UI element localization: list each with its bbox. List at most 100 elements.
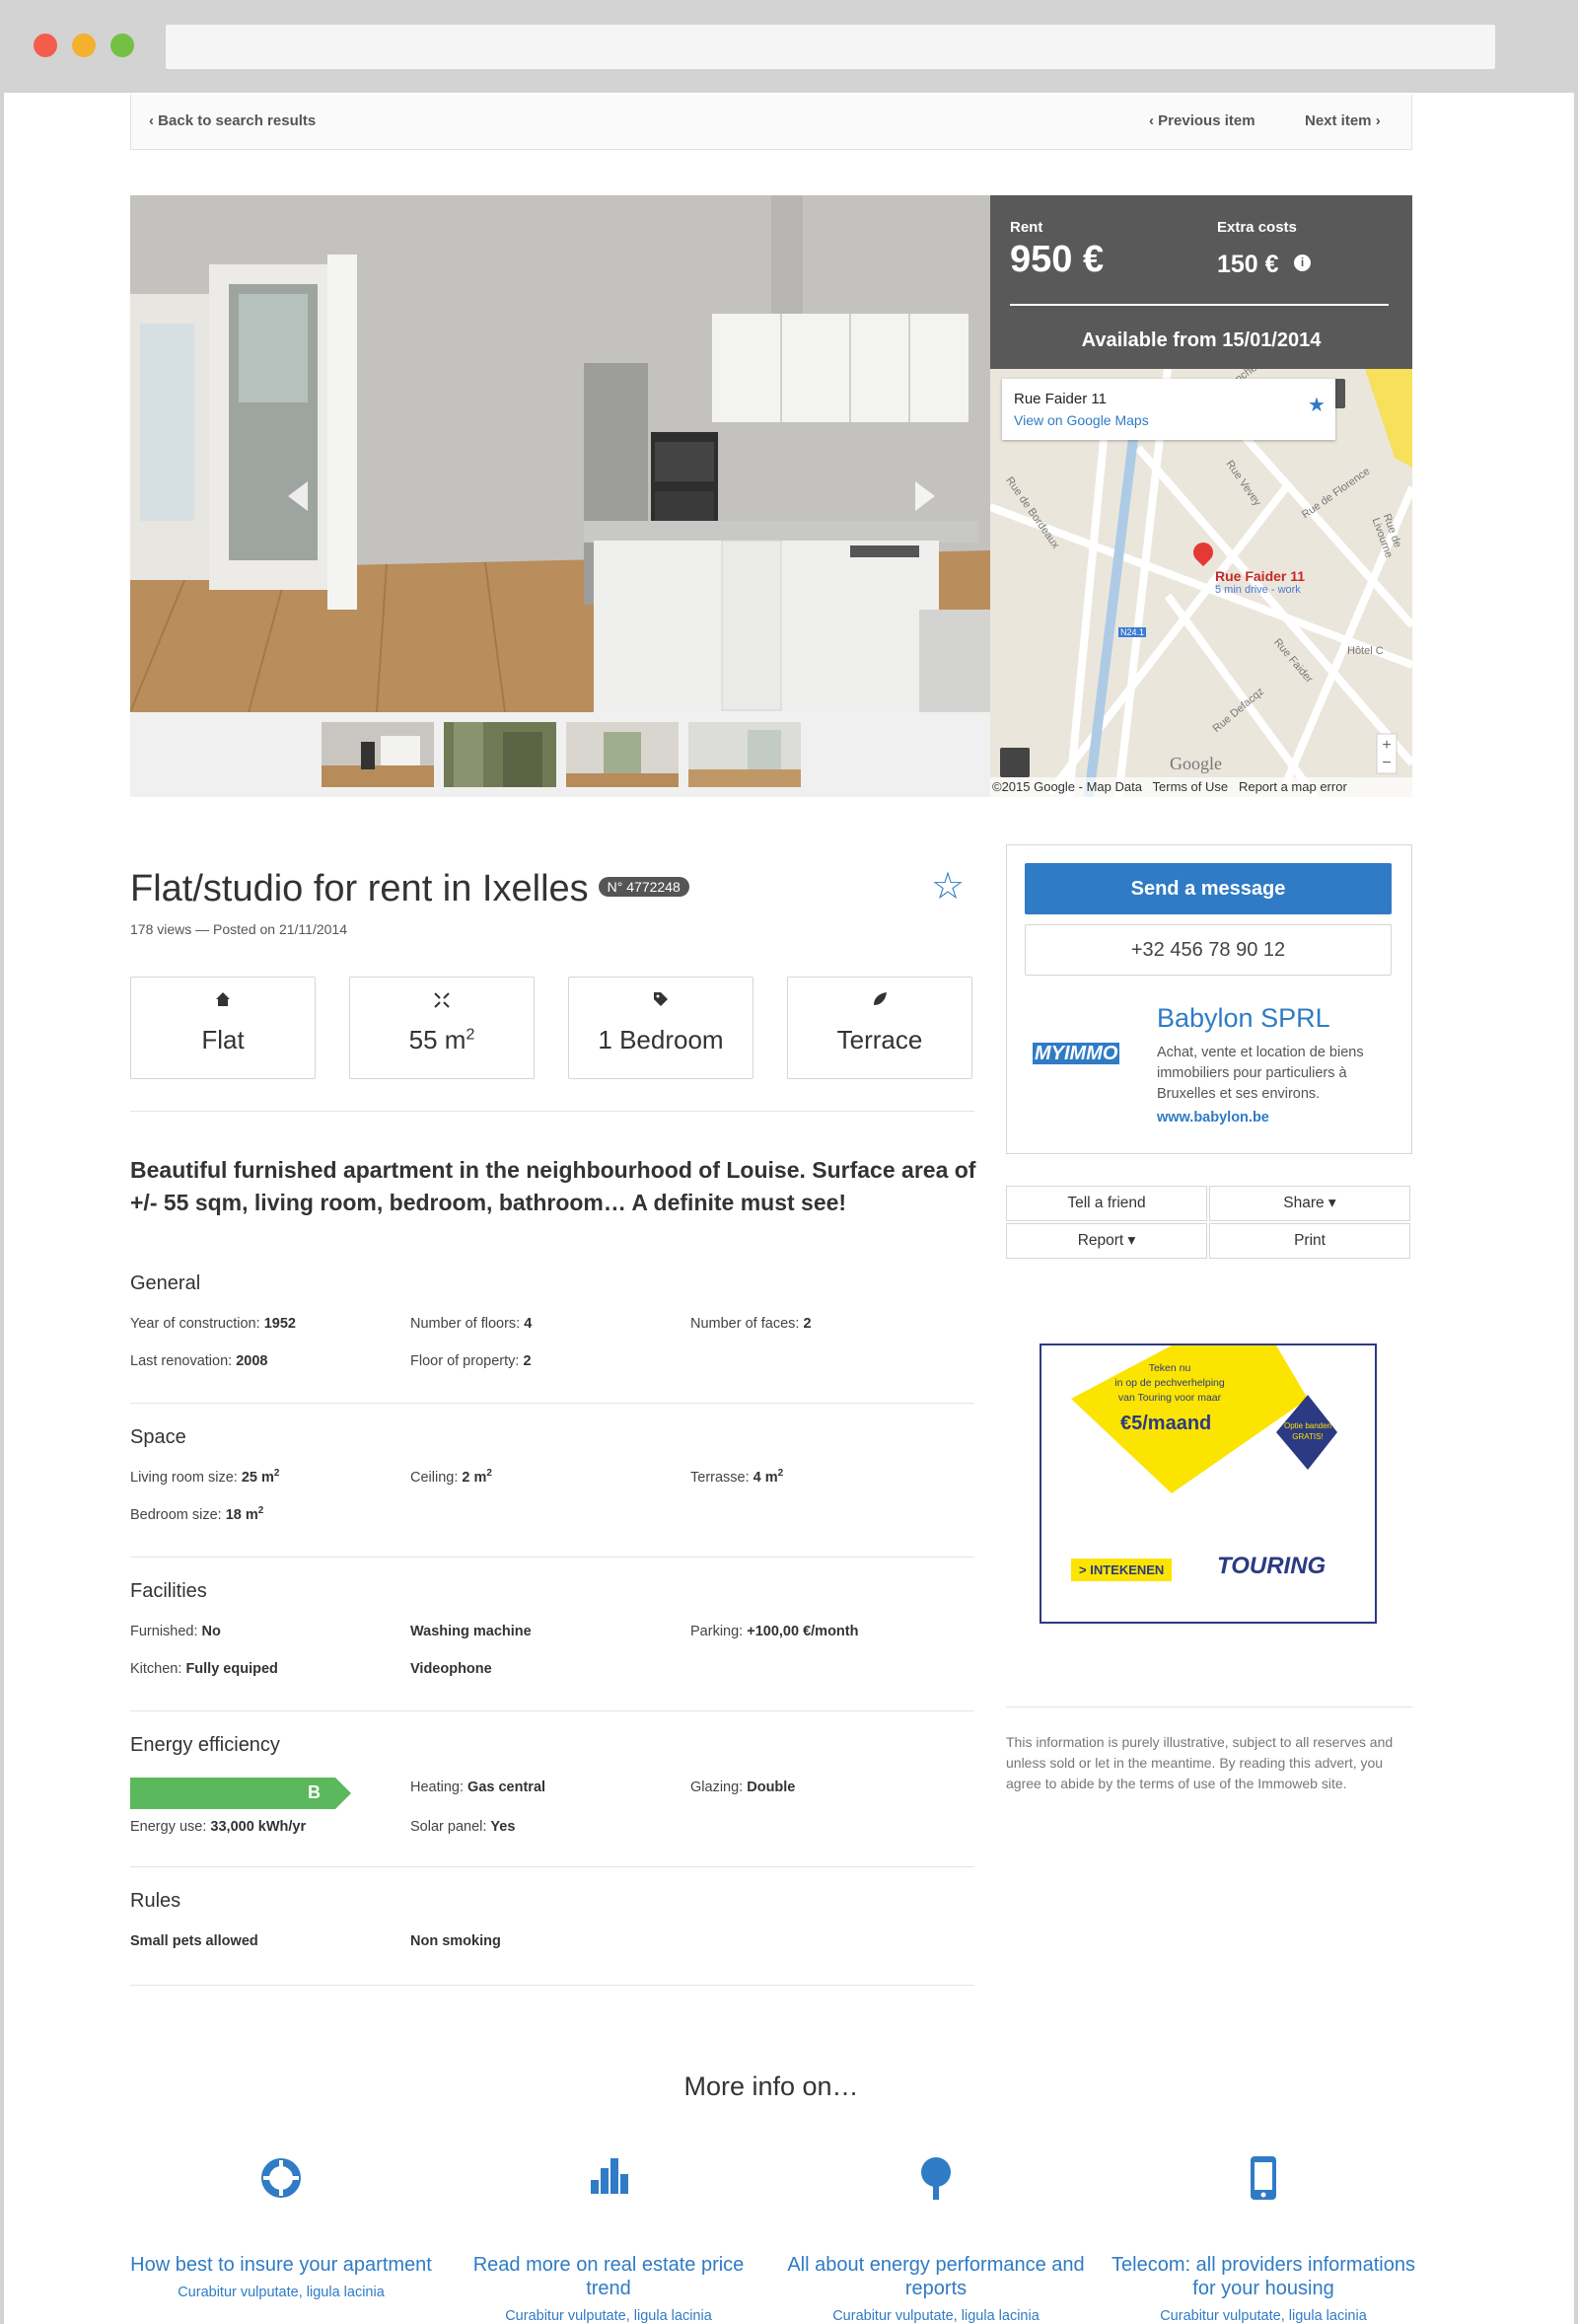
tree-icon — [783, 2154, 1089, 2214]
save-star-icon[interactable]: ★ — [1308, 393, 1326, 417]
route-shield: N24.1 — [1118, 627, 1147, 637]
view-on-google-maps-link[interactable]: View on Google Maps — [1014, 412, 1149, 428]
facilities-washing: Washing machine — [410, 1624, 532, 1639]
feature-label: Terrace — [836, 1025, 923, 1054]
general-floor-of-property: Floor of property: 2 — [410, 1353, 532, 1369]
more-info-item[interactable]: Telecom: all providers informations for … — [1111, 2154, 1416, 2324]
section-rules-title: Rules — [130, 1890, 181, 1912]
energy-glazing: Glazing: Double — [690, 1779, 796, 1795]
rules-smoking: Non smoking — [410, 1933, 501, 1949]
mobile-icon — [1111, 2154, 1416, 2214]
more-info-title-link[interactable]: How best to insure your apartment — [128, 2253, 434, 2277]
tag-icon — [569, 991, 753, 1013]
extra-costs-label: Extra costs — [1217, 219, 1297, 236]
previous-item-link[interactable]: ‹ Previous item — [1149, 112, 1255, 129]
prev-photo-button[interactable] — [130, 379, 209, 477]
space-terrasse: Terrasse: 4 m2 — [690, 1468, 784, 1486]
back-label: Back to search results — [158, 112, 317, 129]
more-info-sub: Curabitur vulputate, ligula lacinia — [832, 2308, 1040, 2324]
agency-name[interactable]: Babylon SPRL — [1157, 1003, 1330, 1034]
map-footer[interactable]: ©2015 Google - Map Data Terms of Use Rep… — [990, 777, 1412, 797]
ad-price: €5/maand — [1120, 1413, 1212, 1434]
google-logo: Google — [1170, 754, 1222, 773]
thumbnail-2[interactable] — [444, 722, 556, 787]
section-facilities-title: Facilities — [130, 1580, 207, 1602]
feature-label: 1 Bedroom — [598, 1025, 724, 1054]
listing-ref-badge: N° 4772248 — [598, 876, 689, 897]
expand-icon — [350, 991, 534, 1013]
agency-website-link[interactable]: www.babylon.be — [1157, 1110, 1269, 1126]
main-photo[interactable] — [130, 195, 990, 712]
facilities-furnished: Furnished: No — [130, 1624, 221, 1639]
section-space-title: Space — [130, 1426, 186, 1448]
thumbnail-1[interactable] — [322, 722, 434, 787]
more-info-item[interactable]: All about energy performance and reports… — [783, 2154, 1089, 2324]
advertisement-banner[interactable]: Teken nu in op de pechverhelping van Touri… — [1040, 1344, 1377, 1624]
more-info-title-link[interactable]: All about energy performance and reports — [783, 2253, 1089, 2300]
more-info-item[interactable]: How best to insure your apartment Curabi… — [128, 2154, 434, 2300]
map-info-title: Rue Faider 11 — [1014, 391, 1107, 407]
listing-meta: 178 views — Posted on 21/11/2014 — [130, 921, 348, 937]
bar-chart-icon — [456, 2154, 761, 2214]
space-bedroom: Bedroom size: 18 m2 — [130, 1505, 264, 1523]
home-icon — [131, 991, 315, 1013]
size-unit-sup: 2 — [466, 1026, 475, 1044]
ad-text: Teken nu in op de pechverhelping van Touri… — [1114, 1362, 1225, 1404]
thumbnail-4[interactable] — [688, 722, 801, 787]
ad-subscribe-button[interactable]: > INTEKENEN — [1071, 1559, 1173, 1581]
feature-bedrooms: 1 Bedroom — [568, 977, 753, 1079]
available-from: Available from 15/01/2014 — [1081, 329, 1322, 351]
contact-panel: Send a message +32 456 78 90 12 MYIMMO B… — [1006, 844, 1412, 1154]
minimize-window-button[interactable] — [72, 34, 96, 57]
lifebuoy-icon — [128, 2154, 434, 2214]
info-icon[interactable]: i — [1294, 254, 1311, 271]
kitchen-photo — [130, 195, 990, 712]
space-living: Living room size: 25 m2 — [130, 1468, 280, 1486]
energy-solar: Solar panel: Yes — [410, 1819, 516, 1835]
thumbnail-3[interactable] — [566, 722, 679, 787]
listing-lead-text: Beautiful furnished apartment in the nei… — [130, 1157, 976, 1215]
agency-description: Achat, vente et location de biens immobi… — [1157, 1045, 1364, 1102]
more-info-title-link[interactable]: Read more on real estate price trend — [456, 2253, 761, 2300]
section-energy-title: Energy efficiency — [130, 1734, 280, 1756]
price-box: Rent 950 € Extra costs 150 € i Available… — [990, 195, 1412, 369]
address-bar[interactable] — [166, 25, 1495, 69]
general-year: Year of construction: 1952 — [130, 1316, 296, 1332]
next-photo-button[interactable] — [911, 379, 990, 477]
energy-heating: Heating: Gas central — [410, 1779, 546, 1795]
touring-logo: TOURING — [1217, 1553, 1327, 1579]
favorite-star-icon[interactable]: ☆ — [931, 864, 965, 908]
location-map[interactable]: + − Rue Blanche Rue Vevey Rue de Florenc… — [990, 369, 1412, 797]
agency-logo-text: MYIMMO — [1033, 1043, 1120, 1064]
disclaimer-text: This information is purely illustrative,… — [1006, 1734, 1394, 1791]
close-window-button[interactable] — [34, 34, 57, 57]
facilities-parking: Parking: +100,00 €/month — [690, 1624, 859, 1639]
rent-value: 950 € — [1010, 239, 1105, 280]
feature-label: Flat — [201, 1025, 245, 1054]
feature-size: 55 m2 — [349, 977, 535, 1079]
facilities-videophone: Videophone — [410, 1661, 492, 1677]
phone-button[interactable]: +32 456 78 90 12 — [1025, 924, 1392, 976]
previous-label: Previous item — [1158, 112, 1255, 129]
feature-type: Flat — [130, 977, 316, 1079]
item-nav-bar: ‹ Back to search results ‹ Previous item… — [130, 95, 1412, 150]
general-floors: Number of floors: 4 — [410, 1316, 533, 1332]
maximize-window-button[interactable] — [110, 34, 134, 57]
send-message-button[interactable]: Send a message — [1025, 863, 1392, 914]
more-info-item[interactable]: Read more on real estate price trend Cur… — [456, 2154, 761, 2324]
feature-outdoor: Terrace — [787, 977, 972, 1079]
print-button[interactable]: Print — [1209, 1223, 1410, 1259]
next-item-link[interactable]: Next item › — [1305, 112, 1381, 129]
more-info-title-link[interactable]: Telecom: all providers informations for … — [1111, 2253, 1416, 2300]
share-dropdown[interactable]: Share ▾ — [1209, 1186, 1410, 1221]
poi-label: Hôtel C — [1347, 645, 1384, 657]
tell-a-friend-button[interactable]: Tell a friend — [1006, 1186, 1207, 1221]
map-pin-label: Rue Faider 11 — [1215, 568, 1306, 584]
report-dropdown[interactable]: Report ▾ — [1006, 1223, 1207, 1259]
back-to-results-link[interactable]: ‹ Back to search results — [149, 112, 316, 129]
energy-class-letter: B — [308, 1782, 321, 1802]
ad-badge: Optie banden GRATIS! — [1283, 1421, 1332, 1441]
more-info-sub: Curabitur vulputate, ligula lacinia — [178, 2285, 385, 2300]
space-ceiling: Ceiling: 2 m2 — [410, 1468, 492, 1486]
general-renovation: Last renovation: 2008 — [130, 1353, 268, 1369]
